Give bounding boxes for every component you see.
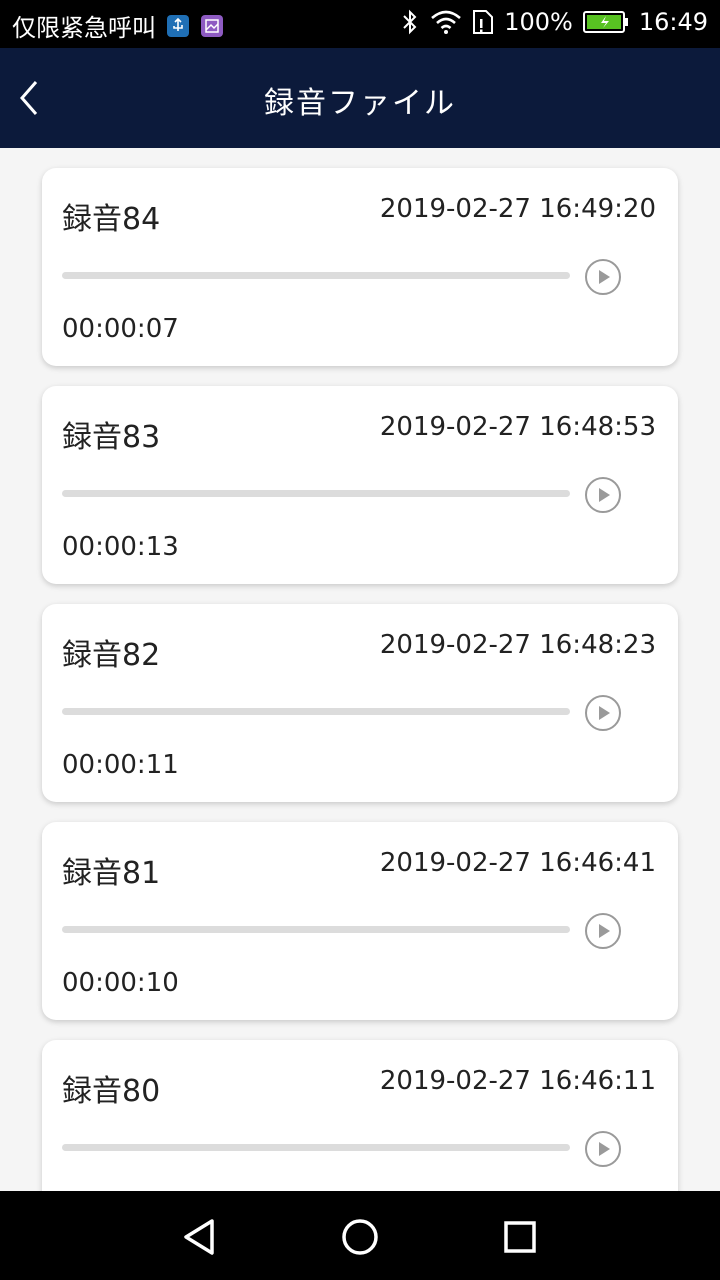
progress-track[interactable] xyxy=(62,490,570,497)
play-icon xyxy=(585,1131,621,1167)
recording-card[interactable]: 録音80 2019-02-27 16:46:11 xyxy=(42,1040,678,1191)
recording-name: 録音82 xyxy=(62,638,161,673)
play-icon xyxy=(585,695,621,731)
home-circle-icon xyxy=(342,1219,378,1255)
recording-name: 録音81 xyxy=(62,856,161,891)
progress-track[interactable] xyxy=(62,708,570,715)
page-title: 録音ファイル xyxy=(264,86,456,121)
status-bar: 仅限紧急呼叫 100% 16:49 xyxy=(0,0,720,48)
status-right: 100% 16:49 xyxy=(400,8,708,36)
recording-datetime: 2019-02-27 16:46:41 xyxy=(379,848,656,878)
play-button[interactable] xyxy=(583,911,623,951)
recording-duration: 00:00:10 xyxy=(62,968,179,998)
nav-back-button[interactable] xyxy=(178,1215,222,1259)
recording-datetime: 2019-02-27 16:46:11 xyxy=(379,1066,656,1096)
recording-duration: 00:00:07 xyxy=(62,314,179,344)
app-header: 録音ファイル xyxy=(0,48,720,148)
battery-percent: 100% xyxy=(504,8,573,36)
recording-duration: 00:00:11 xyxy=(62,750,179,780)
play-button[interactable] xyxy=(583,257,623,297)
progress-track[interactable] xyxy=(62,926,570,933)
play-button[interactable] xyxy=(583,1129,623,1169)
recording-datetime: 2019-02-27 16:48:53 xyxy=(379,412,656,442)
progress-track[interactable] xyxy=(62,272,570,279)
nav-home-button[interactable] xyxy=(338,1215,382,1259)
nav-recents-button[interactable] xyxy=(498,1215,542,1259)
play-icon xyxy=(585,913,621,949)
sim-icon xyxy=(472,9,494,35)
usb-icon xyxy=(166,14,190,38)
progress-track[interactable] xyxy=(62,1144,570,1151)
recording-name: 録音80 xyxy=(62,1074,161,1109)
recents-square-icon xyxy=(504,1221,536,1253)
recording-datetime: 2019-02-27 16:49:20 xyxy=(379,194,656,224)
bluetooth-icon xyxy=(400,8,420,36)
play-button[interactable] xyxy=(583,693,623,733)
recordings-list[interactable]: 録音84 2019-02-27 16:49:20 00:00:07 録音83 2… xyxy=(0,148,720,1191)
play-button[interactable] xyxy=(583,475,623,515)
status-left: 仅限紧急呼叫 xyxy=(12,8,224,43)
recording-name: 録音83 xyxy=(62,420,161,455)
recording-card[interactable]: 録音83 2019-02-27 16:48:53 00:00:13 xyxy=(42,386,678,584)
recording-name: 録音84 xyxy=(62,202,161,237)
recording-datetime: 2019-02-27 16:48:23 xyxy=(379,630,656,660)
recording-duration: 00:00:13 xyxy=(62,532,179,562)
carrier-text: 仅限紧急呼叫 xyxy=(12,14,156,42)
play-icon xyxy=(585,259,621,295)
image-icon xyxy=(200,14,224,38)
recording-card[interactable]: 録音81 2019-02-27 16:46:41 00:00:10 xyxy=(42,822,678,1020)
wifi-icon xyxy=(430,9,462,35)
system-nav-bar xyxy=(0,1191,720,1280)
battery-icon xyxy=(582,10,629,34)
recording-card[interactable]: 録音82 2019-02-27 16:48:23 00:00:11 xyxy=(42,604,678,802)
recording-card[interactable]: 録音84 2019-02-27 16:49:20 00:00:07 xyxy=(42,168,678,366)
clock: 16:49 xyxy=(638,8,708,36)
play-icon xyxy=(585,477,621,513)
back-triangle-icon xyxy=(184,1219,214,1255)
